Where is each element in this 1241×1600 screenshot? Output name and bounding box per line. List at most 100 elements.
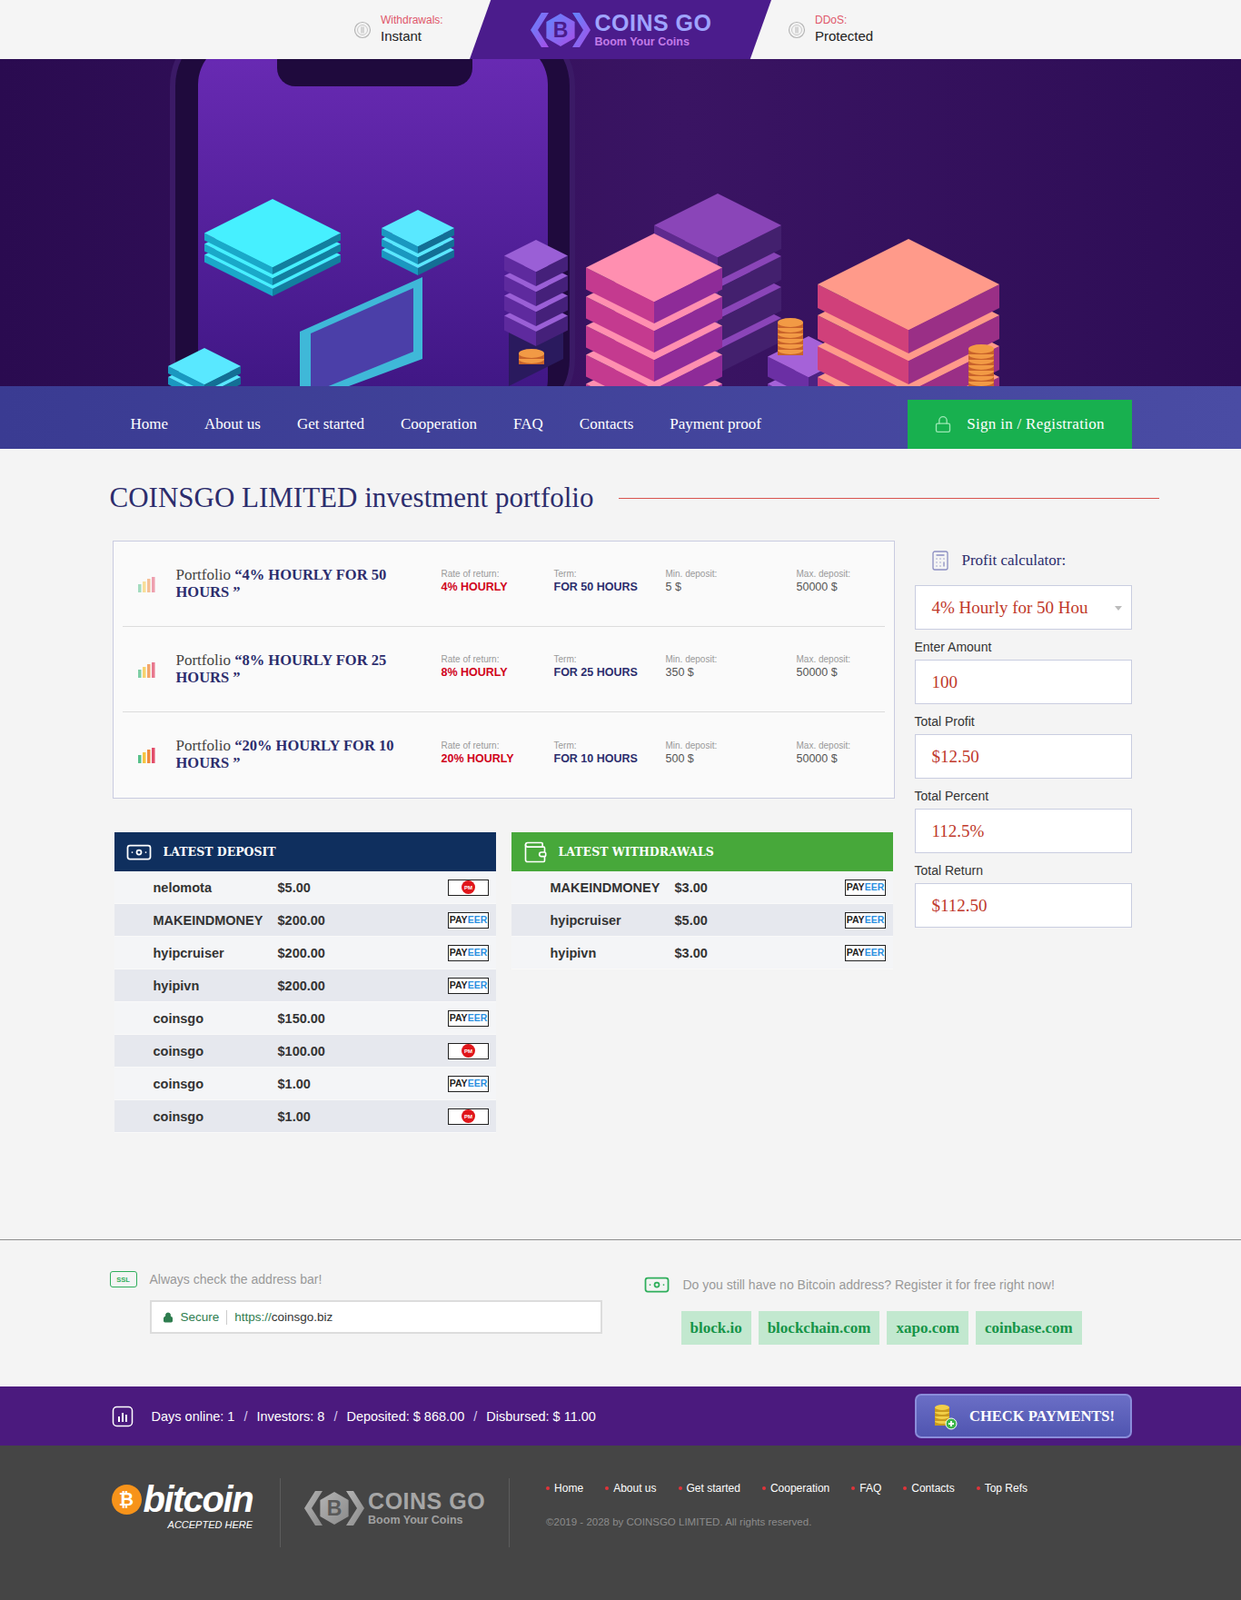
coins-plus-icon <box>931 1402 959 1430</box>
user-name: hyipcruiser <box>550 913 676 928</box>
plan-bars-icon <box>138 575 157 593</box>
footer-link[interactable]: Contacts <box>903 1481 954 1495</box>
plan-row[interactable]: Portfolio “4% HOURLY FOR 50 HOURS ”Rate … <box>122 541 885 627</box>
plan-select[interactable]: 4% Hourly for 50 Hou <box>914 585 1132 630</box>
page-title: COINSGO LIMITED investment portfolio <box>109 479 595 517</box>
nav-link[interactable]: Payment proof <box>669 415 762 434</box>
table-row: hyipivn$200.00PAYEER <box>114 969 497 1003</box>
main-content: COINSGO LIMITED investment portfolio Port… <box>109 448 1132 1240</box>
wallet-icon <box>522 839 548 865</box>
table-row: MAKEINDMONEY$3.00 PAYEER <box>511 871 894 904</box>
logo-tagline: Boom Your Coins <box>594 36 712 49</box>
payeer-badge: PAYEER <box>447 1075 489 1093</box>
calculator-field[interactable]: 100 <box>914 659 1132 705</box>
plan-row[interactable]: Portfolio “8% HOURLY FOR 25 HOURS ”Rate … <box>122 626 885 713</box>
latest-deposit-table: LATEST DEPOSITnelomota$5.00PMMAKEINDMONE… <box>114 832 497 1133</box>
ssl-icon: SSL <box>109 1270 138 1288</box>
footer-link[interactable]: FAQ <box>851 1481 882 1495</box>
user-name: coinsgo <box>153 1043 278 1059</box>
hero-illustration <box>0 59 1241 387</box>
field-label: Total Profit <box>914 714 1132 729</box>
calculator-title: Profit calculator: <box>914 540 1132 572</box>
plan-bars-icon <box>138 661 157 678</box>
nav-link[interactable]: FAQ <box>513 415 544 434</box>
dropdown-arrow-icon <box>1114 605 1122 611</box>
stats-icon <box>111 1405 134 1428</box>
nav-link[interactable]: About us <box>204 415 261 434</box>
calculator-field[interactable]: $12.50 <box>914 734 1132 779</box>
bitcoin-accepted-logo: ₿bitcoinACCEPTED HERE <box>111 1478 254 1530</box>
coin-icon <box>353 20 372 40</box>
sign-in-button[interactable]: Sign in / Registration <box>907 399 1132 449</box>
amount: $1.00 <box>277 1076 442 1092</box>
user-name: nelomota <box>153 880 278 895</box>
nav-link[interactable]: Cooperation <box>400 415 477 434</box>
nav-bar: Home About us Get started Cooperation FAQ Con… <box>0 386 1241 449</box>
coin-icon <box>787 20 806 40</box>
user-name: MAKEINDMONEY <box>550 880 676 895</box>
wallet-link[interactable]: coinbase.com <box>975 1310 1083 1345</box>
plan-term: Term:FOR 50 HOURS <box>554 568 666 594</box>
perfect-money-badge: PM <box>447 879 489 896</box>
plan-bars-icon <box>138 746 157 764</box>
svg-text:B: B <box>327 1496 343 1520</box>
logo-tagline: Boom Your Coins <box>367 1514 486 1527</box>
amount: $1.00 <box>277 1109 442 1124</box>
plan-rate: Rate of return:8% HOURLY <box>441 654 555 679</box>
latest-withdrawals-table: LATEST WITHDRAWALS MAKEINDMONEY$3.00 PAYEE… <box>511 832 894 970</box>
calculator-field[interactable]: $112.50 <box>914 883 1132 928</box>
plan-name: Portfolio “8% HOURLY FOR 25 HOURS ” <box>176 652 442 686</box>
payeer-badge: PAYEER <box>844 879 886 896</box>
plan-term: Term:FOR 25 HOURS <box>554 654 666 679</box>
header-logo[interactable]: BCOINS GOBoom Your Coins <box>528 9 712 51</box>
check-payments-button[interactable]: CHECK PAYMENTS! <box>914 1393 1132 1439</box>
hero-banner <box>0 59 1241 387</box>
logo-plate: BCOINS GOBoom Your Coins <box>469 0 772 60</box>
plan-row[interactable]: Portfolio “20% HOURLY FOR 10 HOURS ”Rate… <box>122 712 885 798</box>
title-row: COINSGO LIMITED investment portfolio <box>109 479 1132 517</box>
field-label: Total Return <box>914 863 1132 878</box>
user-name: coinsgo <box>153 1011 278 1026</box>
copyright: ©2019 - 2028 by COINSGO LIMITED. All rig… <box>546 1516 1028 1528</box>
secure-lock-icon <box>162 1311 174 1323</box>
nav-link[interactable]: Get started <box>297 415 365 434</box>
table-row: coinsgo$1.00PAYEER <box>114 1067 497 1101</box>
calculator-icon <box>929 549 952 572</box>
footer-link[interactable]: Cooperation <box>762 1481 830 1495</box>
address-bar: Securehttps://coinsgo.biz <box>149 1300 603 1334</box>
nav-link[interactable]: Contacts <box>579 415 635 434</box>
lock-icon <box>933 415 953 434</box>
amount: $200.00 <box>277 945 442 961</box>
address-notice: SSLAlways check the address bar! <box>109 1270 603 1288</box>
plan-name: Portfolio “4% HOURLY FOR 50 HOURS ” <box>176 566 442 601</box>
notice-band: SSLAlways check the address bar! Secureht… <box>0 1239 1241 1387</box>
payeer-badge: PAYEER <box>447 977 489 994</box>
title-rule <box>618 497 1159 499</box>
logo-name: COINS GO <box>594 11 712 35</box>
stats-bar: Days online: 1/Investors: 8/Deposited: $… <box>0 1386 1241 1446</box>
amount: $3.00 <box>675 880 839 895</box>
table-row: nelomota$5.00PM <box>114 871 497 904</box>
footer-link[interactable]: Home <box>546 1481 584 1495</box>
calculator-field[interactable]: 112.5% <box>914 808 1132 854</box>
table-row: hyipivn$3.00PAYEER <box>511 936 894 970</box>
perfect-money-badge: PM <box>447 1042 489 1060</box>
wallet-link[interactable]: blockchain.com <box>758 1310 881 1345</box>
table-header: LATEST WITHDRAWALS <box>511 832 894 872</box>
footer-link[interactable]: Top Refs <box>976 1481 1028 1495</box>
user-name: hyipivn <box>153 978 278 993</box>
plan-max: Max. deposit:50000 $ <box>796 740 885 765</box>
plan-max: Max. deposit:50000 $ <box>796 654 885 679</box>
footer-logo[interactable]: B COINS GOBoom Your Coins <box>302 1487 486 1529</box>
plan-term: Term:FOR 10 HOURS <box>554 740 666 765</box>
footer-link[interactable]: Get started <box>678 1481 741 1495</box>
plan-min: Min. deposit:5 $ <box>665 568 797 594</box>
footer: ₿bitcoinACCEPTED HERE B COINS GOBoom Your … <box>0 1445 1241 1600</box>
nav-link[interactable]: Home <box>130 415 169 434</box>
table-row: coinsgo$150.00PAYEER <box>114 1002 497 1035</box>
logo-name: COINS GO <box>367 1489 486 1513</box>
wallet-link[interactable]: block.io <box>681 1310 752 1345</box>
withdrawals-stat: Withdrawals:Instant <box>353 0 454 60</box>
wallet-link[interactable]: xapo.com <box>886 1310 968 1345</box>
footer-link[interactable]: About us <box>605 1481 656 1495</box>
